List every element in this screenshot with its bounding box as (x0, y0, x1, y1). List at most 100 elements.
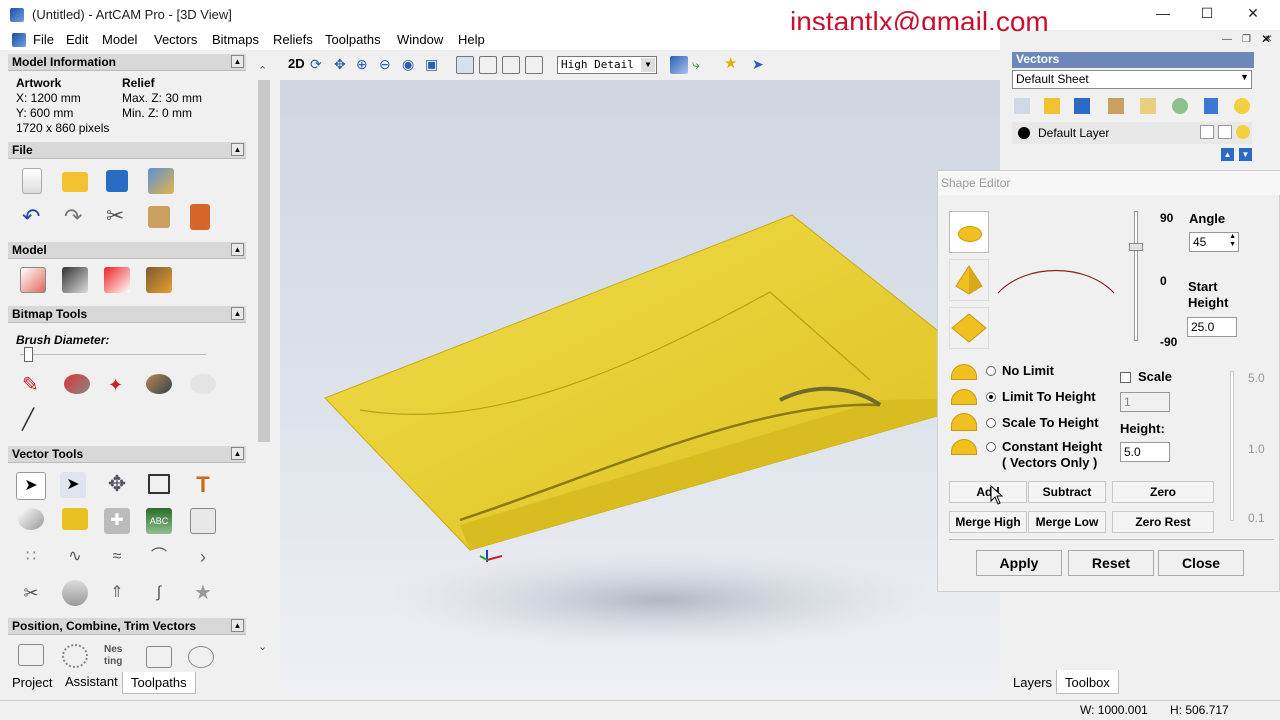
tab-assistant[interactable]: Assistant (65, 674, 118, 689)
no-limit-radio[interactable] (986, 366, 996, 376)
open-layer-icon[interactable] (1044, 98, 1060, 114)
subtract-vector-icon[interactable] (188, 646, 214, 668)
model-section-header[interactable]: Model ▲ (8, 242, 246, 259)
menu-toolpaths[interactable]: Toolpaths (325, 32, 381, 47)
side-view-icon[interactable] (502, 56, 520, 74)
position-combine-header[interactable]: Position, Combine, Trim Vectors ▲ (8, 618, 246, 635)
menu-reliefs[interactable]: Reliefs (273, 32, 313, 47)
sheet-select[interactable]: Default Sheet ▼ (1012, 70, 1252, 89)
menu-model[interactable]: Model (102, 32, 137, 47)
light-bulb-icon[interactable]: ★ (724, 56, 742, 74)
collapse-icon[interactable]: ▲ (231, 447, 244, 460)
grid-icon[interactable] (190, 508, 216, 534)
rectangle-icon[interactable] (148, 474, 170, 494)
image-import-icon[interactable] (146, 267, 172, 293)
nesting-icon[interactable]: Nes ting (104, 644, 130, 670)
scale-to-height-label[interactable]: Scale To Height (1002, 415, 1099, 430)
node-edit-icon[interactable]: ➤ (60, 472, 86, 498)
vector-text-icon[interactable]: ABC (146, 508, 172, 534)
material-icon[interactable]: ➤ (752, 56, 770, 74)
round-profile-button[interactable] (949, 211, 989, 253)
cut-icon[interactable]: ✂ (106, 204, 132, 230)
add-button[interactable]: Add (949, 481, 1027, 503)
menu-vectors[interactable]: Vectors (154, 32, 197, 47)
height-slider-track[interactable] (1230, 371, 1234, 521)
file-section-header[interactable]: File ▲ (8, 142, 246, 159)
plane-profile-button[interactable] (949, 307, 989, 349)
height-input[interactable]: 5.0 (1120, 442, 1170, 462)
trim-icon[interactable]: ✂ (18, 580, 44, 606)
weld-icon[interactable] (146, 646, 172, 668)
palette-icon[interactable] (146, 374, 172, 394)
3d-view-viewport[interactable] (280, 80, 1001, 695)
tab-layers[interactable]: Layers (1013, 675, 1052, 690)
zoom-box-icon[interactable]: ▣ (425, 56, 443, 74)
layer-color-icon[interactable] (1018, 127, 1030, 139)
save-layer-icon[interactable] (1074, 98, 1090, 114)
color-icon[interactable] (104, 267, 130, 293)
reset-button[interactable]: Reset (1068, 550, 1154, 576)
limit-to-height-radio[interactable] (986, 392, 996, 402)
mirror-icon[interactable]: ⇑ (104, 580, 130, 606)
measure-icon[interactable] (62, 508, 88, 530)
constant-height-label[interactable]: Constant Height (1002, 439, 1102, 454)
start-height-input[interactable]: 25.0 (1187, 317, 1237, 337)
scroll-down-icon[interactable]: ⌄ (258, 640, 267, 653)
minimize-icon[interactable]: — (1148, 5, 1178, 21)
limit-to-height-label[interactable]: Limit To Height (1002, 389, 1096, 404)
cylinder-icon[interactable] (62, 580, 88, 606)
top-view-icon[interactable] (525, 56, 543, 74)
rotate-icon[interactable]: ⟳ (310, 56, 328, 74)
panel-close-icon[interactable]: ✕ (1261, 32, 1271, 46)
detail-select[interactable]: High Detail ▼ (557, 56, 657, 74)
zero-button[interactable]: Zero (1112, 481, 1214, 503)
brush-icon[interactable]: ✦ (108, 374, 134, 400)
redo-icon[interactable]: ↷ (64, 206, 90, 232)
zoom-in-icon[interactable]: ⊕ (356, 56, 374, 74)
eraser-icon[interactable] (190, 374, 216, 394)
star-icon[interactable]: ★ (190, 580, 216, 606)
menu-window[interactable]: Window (397, 32, 443, 47)
tab-toolbox[interactable]: Toolbox (1056, 670, 1119, 694)
dots-icon[interactable]: ∷ (18, 544, 44, 570)
vector-tools-header[interactable]: Vector Tools ▲ (8, 446, 246, 463)
undo-icon[interactable]: ↶ (22, 206, 48, 232)
layer-edit-icon[interactable] (1218, 125, 1232, 139)
bitmap-tools-header[interactable]: Bitmap Tools ▲ (8, 306, 246, 323)
save-icon[interactable] (106, 170, 128, 192)
bitmap-icon[interactable] (62, 267, 88, 293)
menu-file[interactable]: File (33, 32, 54, 47)
no-limit-label[interactable]: No Limit (1002, 363, 1054, 378)
collapse-icon[interactable]: ▲ (231, 55, 244, 68)
paste-layer-icon[interactable] (1140, 98, 1156, 114)
pan-icon[interactable]: ✥ (334, 56, 352, 74)
menu-bitmaps[interactable]: Bitmaps (212, 32, 259, 47)
collapse-icon[interactable]: ▲ (231, 143, 244, 156)
collapse-icon[interactable]: ▲ (231, 619, 244, 632)
pencil-icon[interactable]: ✎ (22, 374, 48, 400)
shading-icon[interactable] (670, 56, 688, 74)
brush-slider-handle[interactable] (24, 347, 33, 362)
new-file-icon[interactable] (22, 168, 42, 194)
angular-profile-button[interactable] (949, 259, 989, 301)
scroll-up-icon[interactable]: ⌃ (258, 64, 267, 77)
open-folder-icon[interactable] (62, 172, 88, 192)
axes-icon[interactable]: ⤷ (692, 56, 710, 74)
zoom-out-icon[interactable]: ⊖ (379, 56, 397, 74)
fillet-icon[interactable]: ⌒ (146, 544, 172, 570)
mode-2d-button[interactable]: 2D (288, 56, 305, 71)
delete-layer-icon[interactable] (1204, 98, 1218, 114)
menu-edit[interactable]: Edit (66, 32, 88, 47)
scale-to-height-radio[interactable] (986, 418, 996, 428)
vector-shape-icon[interactable] (18, 508, 44, 530)
merge-high-button[interactable]: Merge High (949, 511, 1027, 533)
merge-low-button[interactable]: Merge Low (1028, 511, 1106, 533)
iso-view-icon[interactable] (456, 56, 474, 74)
layer-row-default[interactable]: Default Layer (1012, 122, 1252, 144)
align-icon[interactable] (18, 644, 44, 666)
save-as-icon[interactable] (148, 168, 174, 194)
subtract-button[interactable]: Subtract (1028, 481, 1106, 503)
copy-icon[interactable] (148, 206, 170, 228)
copy-layer-icon[interactable] (1108, 98, 1124, 114)
angle-slider-handle[interactable] (1129, 243, 1143, 251)
